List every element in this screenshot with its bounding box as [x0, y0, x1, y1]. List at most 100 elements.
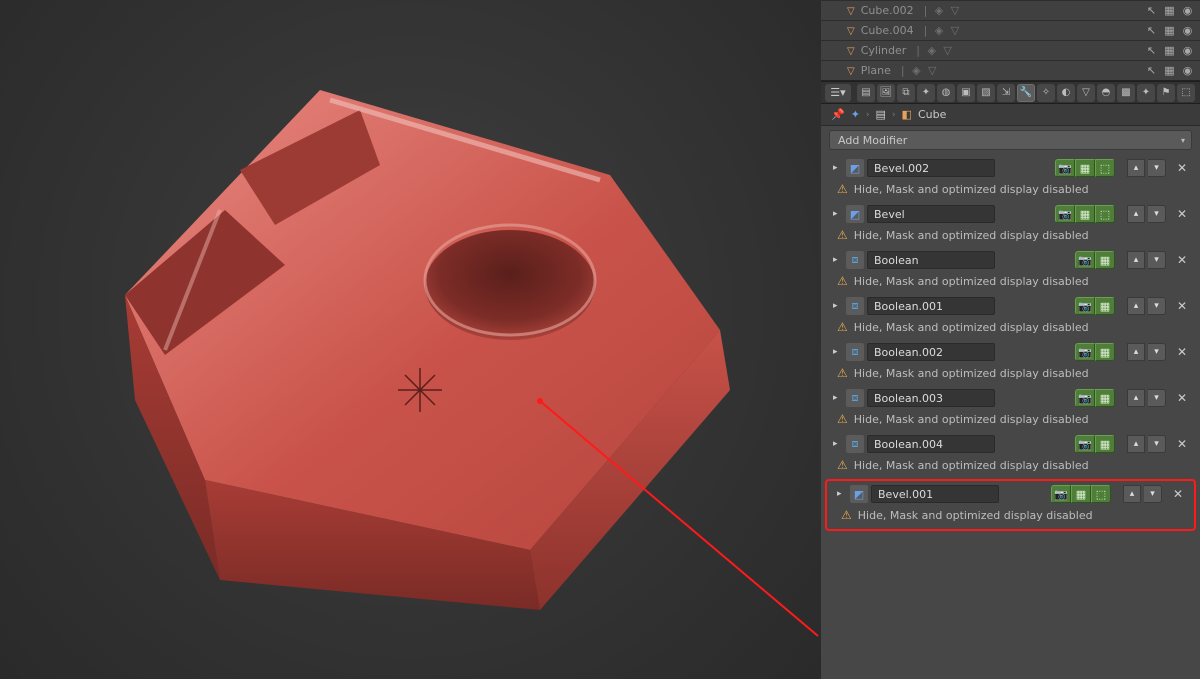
- cursor-icon[interactable]: ↖: [1143, 2, 1160, 19]
- outliner[interactable]: Cube.002 | ◈ ▽ ↖ ▦ ◉ Cube.004 | ◈ ▽ ↖ ▦ …: [821, 0, 1200, 81]
- toggle-render[interactable]: 📷: [1051, 485, 1071, 503]
- toggle-realtime[interactable]: ▦: [1095, 297, 1115, 315]
- close-icon[interactable]: ✕: [1173, 205, 1191, 223]
- move-up-button[interactable]: ▴: [1127, 435, 1145, 453]
- outliner-row[interactable]: Plane | ◈ ▽ ↖ ▦ ◉: [821, 60, 1200, 80]
- move-up-button[interactable]: ▴: [1123, 485, 1141, 503]
- expand-icon[interactable]: ▸: [833, 439, 843, 449]
- eye-icon[interactable]: ◉: [1179, 42, 1196, 59]
- expand-icon[interactable]: ▸: [833, 393, 843, 403]
- move-up-button[interactable]: ▴: [1127, 251, 1145, 269]
- expand-icon[interactable]: ▸: [833, 301, 843, 311]
- cursor-icon[interactable]: ↖: [1143, 42, 1160, 59]
- modifier-name-field[interactable]: Boolean.004: [867, 435, 995, 453]
- close-icon[interactable]: ✕: [1173, 297, 1191, 315]
- outliner-row[interactable]: Cube.002 | ◈ ▽ ↖ ▦ ◉: [821, 0, 1200, 20]
- move-up-button[interactable]: ▴: [1127, 343, 1145, 361]
- pin-icon[interactable]: 📌: [831, 108, 845, 121]
- add-modifier-button[interactable]: Add Modifier ▾: [829, 130, 1192, 150]
- tab-particles[interactable]: ✧: [1037, 84, 1055, 102]
- move-up-button[interactable]: ▴: [1127, 159, 1145, 177]
- modifier-name-field[interactable]: Boolean.002: [867, 343, 995, 361]
- tab-effects-1[interactable]: ✦: [1137, 84, 1155, 102]
- tab-last[interactable]: ⬚: [1177, 84, 1195, 102]
- toggle-realtime[interactable]: ▦: [1095, 435, 1115, 453]
- toggle-editmode[interactable]: ⬚: [1091, 485, 1111, 503]
- toggle-realtime[interactable]: ▦: [1075, 159, 1095, 177]
- toggle-render[interactable]: 📷: [1075, 343, 1095, 361]
- toggle-render[interactable]: 📷: [1055, 205, 1075, 223]
- close-icon[interactable]: ✕: [1173, 389, 1191, 407]
- eye-icon[interactable]: ◉: [1179, 22, 1196, 39]
- tab-scene[interactable]: ✦: [917, 84, 935, 102]
- move-up-button[interactable]: ▴: [1127, 297, 1145, 315]
- expand-icon[interactable]: ▸: [833, 163, 843, 173]
- tab-physics[interactable]: ◐: [1057, 84, 1075, 102]
- move-down-button[interactable]: ▾: [1148, 343, 1166, 361]
- move-down-button[interactable]: ▾: [1144, 485, 1162, 503]
- wire-icon[interactable]: ▦: [1161, 42, 1178, 59]
- tab-material[interactable]: ◓: [1097, 84, 1115, 102]
- wire-icon[interactable]: ▦: [1161, 22, 1178, 39]
- warning-text: Hide, Mask and optimized display disable…: [858, 509, 1093, 522]
- editor-type-selector[interactable]: ☰▾: [825, 84, 851, 102]
- expand-icon[interactable]: ▸: [833, 255, 843, 265]
- tab-view-layer[interactable]: ⧉: [897, 84, 915, 102]
- outliner-row[interactable]: Cube.004 | ◈ ▽ ↖ ▦ ◉: [821, 20, 1200, 40]
- tab-output[interactable]: 🖼: [877, 84, 895, 102]
- wire-icon[interactable]: ▦: [1161, 62, 1178, 79]
- cursor-icon[interactable]: ↖: [1143, 62, 1160, 79]
- close-icon[interactable]: ✕: [1173, 435, 1191, 453]
- toggle-render[interactable]: 📷: [1075, 297, 1095, 315]
- 3d-viewport[interactable]: [0, 0, 821, 679]
- move-down-button[interactable]: ▾: [1148, 251, 1166, 269]
- expand-icon[interactable]: ▸: [837, 489, 847, 499]
- tab-modifiers[interactable]: 🔧: [1017, 84, 1035, 102]
- expand-icon[interactable]: ▸: [833, 209, 843, 219]
- toggle-editmode[interactable]: ⬚: [1095, 205, 1115, 223]
- outliner-row[interactable]: Cylinder | ◈ ▽ ↖ ▦ ◉: [821, 40, 1200, 60]
- toggle-render[interactable]: 📷: [1075, 389, 1095, 407]
- close-icon[interactable]: ✕: [1173, 343, 1191, 361]
- tab-collection[interactable]: ▣: [957, 84, 975, 102]
- toggle-render[interactable]: 📷: [1075, 435, 1095, 453]
- modifier-name-field[interactable]: Boolean.003: [867, 389, 995, 407]
- toggle-render[interactable]: 📷: [1075, 251, 1095, 269]
- close-icon[interactable]: ✕: [1173, 251, 1191, 269]
- modifier-name-field[interactable]: Boolean.001: [867, 297, 995, 315]
- move-down-button[interactable]: ▾: [1148, 389, 1166, 407]
- tab-render[interactable]: ▤: [857, 84, 875, 102]
- toggle-realtime[interactable]: ▦: [1071, 485, 1091, 503]
- eye-icon[interactable]: ◉: [1179, 62, 1196, 79]
- move-up-button[interactable]: ▴: [1127, 389, 1145, 407]
- outliner-type-icons: | ◈ ▽: [901, 64, 939, 77]
- move-down-button[interactable]: ▾: [1148, 297, 1166, 315]
- tab-object-data[interactable]: ▽: [1077, 84, 1095, 102]
- wire-icon[interactable]: ▦: [1161, 2, 1178, 19]
- move-up-button[interactable]: ▴: [1127, 205, 1145, 223]
- toggle-realtime[interactable]: ▦: [1095, 251, 1115, 269]
- modifier-name-field[interactable]: Bevel.002: [867, 159, 995, 177]
- cursor-icon[interactable]: ↖: [1143, 22, 1160, 39]
- close-icon[interactable]: ✕: [1169, 485, 1187, 503]
- toggle-realtime[interactable]: ▦: [1075, 205, 1095, 223]
- move-down-button[interactable]: ▾: [1148, 435, 1166, 453]
- modifier-name-field[interactable]: Bevel: [867, 205, 995, 223]
- move-down-button[interactable]: ▾: [1148, 159, 1166, 177]
- scene-icon[interactable]: ✦: [851, 108, 860, 121]
- toggle-editmode[interactable]: ⬚: [1095, 159, 1115, 177]
- toggle-realtime[interactable]: ▦: [1095, 389, 1115, 407]
- tab-object[interactable]: ▧: [977, 84, 995, 102]
- tab-world[interactable]: ◍: [937, 84, 955, 102]
- tab-constraints[interactable]: ⇲: [997, 84, 1015, 102]
- modifier-name-field[interactable]: Boolean: [867, 251, 995, 269]
- tab-effects-2[interactable]: ⚑: [1157, 84, 1175, 102]
- toggle-realtime[interactable]: ▦: [1095, 343, 1115, 361]
- modifier-name-field[interactable]: Bevel.001: [871, 485, 999, 503]
- expand-icon[interactable]: ▸: [833, 347, 843, 357]
- toggle-render[interactable]: 📷: [1055, 159, 1075, 177]
- eye-icon[interactable]: ◉: [1179, 2, 1196, 19]
- move-down-button[interactable]: ▾: [1148, 205, 1166, 223]
- tab-texture[interactable]: ▩: [1117, 84, 1135, 102]
- close-icon[interactable]: ✕: [1173, 159, 1191, 177]
